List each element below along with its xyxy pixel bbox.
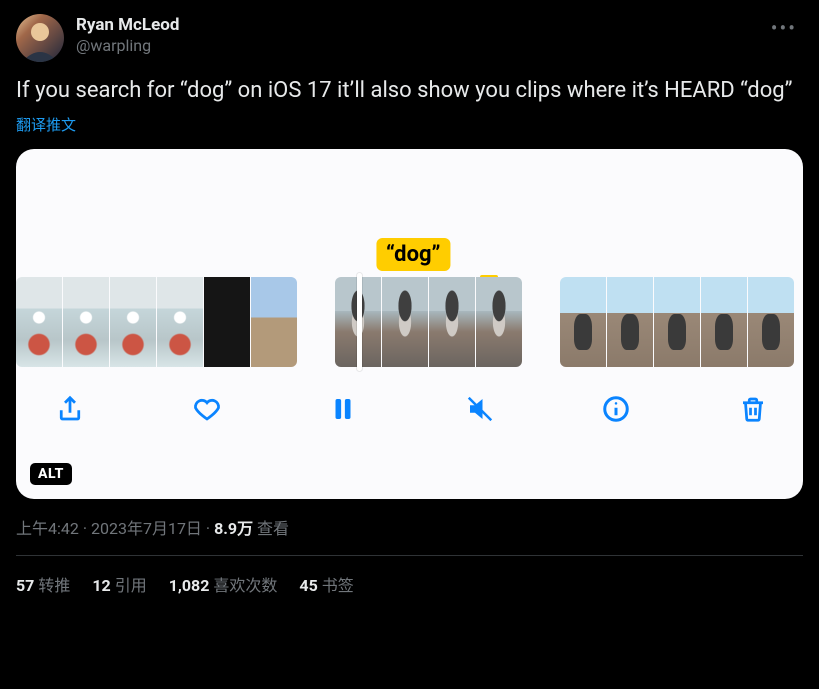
thumbnail[interactable] (560, 277, 606, 367)
view-count[interactable]: 8.9万 (214, 519, 253, 538)
pause-icon[interactable] (325, 391, 361, 427)
trash-icon[interactable] (735, 391, 771, 427)
likes-stat[interactable]: 1,082喜欢次数 (169, 572, 278, 596)
caption-bubble: “dog” (376, 238, 451, 271)
display-name[interactable]: Ryan McLeod (76, 14, 765, 36)
tweet-stats: 57转推 12引用 1,082喜欢次数 45书签 (16, 556, 803, 596)
user-handle[interactable]: @warpling (76, 36, 765, 57)
clip-group-2[interactable] (335, 277, 522, 367)
tweet-time[interactable]: 上午4:42 (16, 519, 79, 538)
thumbnail[interactable] (701, 277, 747, 367)
thumbnail[interactable] (654, 277, 700, 367)
mute-icon[interactable] (462, 391, 498, 427)
thumbnail[interactable] (335, 277, 381, 367)
clip-group-1[interactable] (16, 277, 297, 367)
retweets-stat[interactable]: 57转推 (16, 572, 70, 596)
tweet-container: Ryan McLeod @warpling ••• If you search … (0, 0, 819, 606)
views-label: 查看 (253, 519, 289, 538)
thumbnail[interactable] (204, 277, 250, 367)
tweet-text: If you search for “dog” on iOS 17 it’ll … (16, 76, 803, 106)
translate-link[interactable]: 翻译推文 (16, 114, 76, 135)
avatar[interactable] (16, 14, 64, 62)
user-block: Ryan McLeod @warpling (76, 14, 765, 57)
filmstrip[interactable] (16, 277, 803, 367)
share-icon[interactable] (52, 391, 88, 427)
thumbnail[interactable] (748, 277, 794, 367)
heart-icon[interactable] (189, 391, 225, 427)
thumbnail[interactable] (251, 277, 297, 367)
thumbnail[interactable] (16, 277, 62, 367)
tweet-header: Ryan McLeod @warpling ••• (16, 14, 803, 62)
more-icon[interactable]: ••• (765, 14, 803, 42)
thumbnail[interactable] (110, 277, 156, 367)
info-icon[interactable] (598, 391, 634, 427)
media-card[interactable]: “dog” (16, 149, 803, 499)
thumbnail[interactable] (157, 277, 203, 367)
quotes-stat[interactable]: 12引用 (92, 572, 146, 596)
tweet-meta: 上午4:42 · 2023年7月17日 · 8.9万 查看 (16, 515, 803, 539)
thumbnail[interactable] (382, 277, 428, 367)
media-toolbar (16, 367, 803, 427)
alt-badge[interactable]: ALT (30, 463, 72, 485)
caption-area: “dog” (16, 149, 803, 277)
thumbnail[interactable] (63, 277, 109, 367)
clip-group-3[interactable] (560, 277, 794, 367)
thumbnail[interactable] (429, 277, 475, 367)
thumbnail[interactable] (607, 277, 653, 367)
tweet-date[interactable]: 2023年7月17日 (91, 519, 202, 538)
thumbnail[interactable] (476, 277, 522, 367)
bookmarks-stat[interactable]: 45书签 (299, 572, 353, 596)
